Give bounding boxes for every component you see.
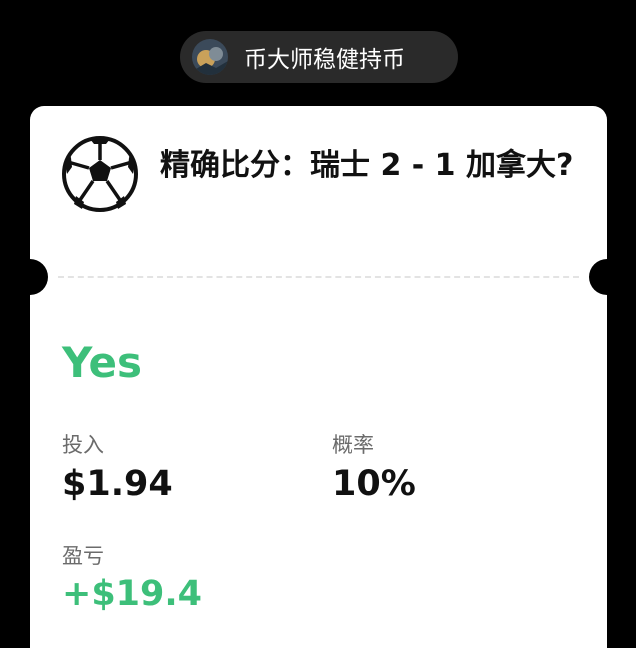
probability-value: 10% [332,464,416,504]
soccer-ball-icon [62,136,138,212]
market-title: 精确比分：瑞士 2 - 1 加拿大? [160,148,574,183]
ticket-divider [58,276,579,278]
invest-label: 投入 [62,433,104,457]
avatar [192,39,228,75]
pnl-value: +$19.4 [62,574,203,614]
outcome-label: Yes [62,338,143,387]
user-pill[interactable]: 币大师稳健持币 [180,31,458,83]
ticket-notch-right [589,259,625,295]
bet-ticket-card: 精确比分：瑞士 2 - 1 加拿大? Yes 投入 $1.94 概率 10% 盈… [12,106,625,648]
probability-label: 概率 [332,433,374,457]
pnl-label: 盈亏 [62,544,104,568]
page: 币大师稳健持币 精确比分：瑞士 2 - 1 加拿大? Yes 投入 $1.94 … [0,0,636,648]
username: 币大师稳健持币 [244,47,405,73]
ticket-notch-left [12,259,48,295]
invest-value: $1.94 [62,464,173,504]
